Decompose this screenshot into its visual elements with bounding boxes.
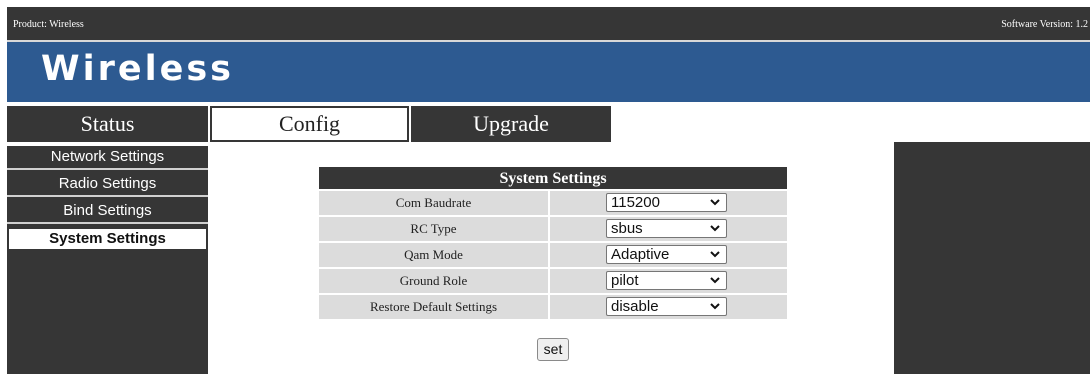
select-value: disable (611, 298, 659, 315)
app-window: Product: Wireless Software Version: 1.2 … (7, 7, 1090, 374)
chevron-down-icon (710, 225, 720, 232)
settings-table-title: System Settings (319, 167, 787, 189)
ground-role-select[interactable]: pilot (606, 271, 727, 290)
value-cell: Adaptive (550, 243, 787, 267)
brand-logo-text: Wireless (41, 49, 235, 89)
qam-mode-label: Qam Mode (319, 243, 548, 267)
system-settings-table: System Settings Com Baudrate 115200 RC T… (319, 167, 787, 319)
select-value: 115200 (611, 194, 660, 211)
right-panel (894, 142, 1090, 374)
settings-row: Com Baudrate 115200 (319, 191, 787, 215)
value-cell: 115200 (550, 191, 787, 215)
select-value: Adaptive (611, 246, 670, 263)
main-nav: Status Config Upgrade (7, 106, 1090, 142)
com-baudrate-label: Com Baudrate (319, 191, 548, 215)
software-version-label: Software Version: 1.2 (1001, 19, 1088, 30)
chevron-down-icon (710, 277, 720, 284)
brand-banner: Wireless (7, 42, 1090, 102)
com-baudrate-select[interactable]: 115200 (606, 193, 727, 212)
tab-status[interactable]: Status (7, 106, 208, 142)
settings-row: RC Type sbus (319, 217, 787, 241)
select-value: sbus (611, 220, 643, 237)
sidebar-item-radio-settings[interactable]: Radio Settings (7, 173, 208, 197)
product-label: Product: Wireless (13, 19, 84, 30)
top-info-bar: Product: Wireless Software Version: 1.2 (7, 7, 1090, 42)
chevron-down-icon (710, 303, 720, 310)
ground-role-label: Ground Role (319, 269, 548, 293)
settings-row: Ground Role pilot (319, 269, 787, 293)
sidebar-item-network-settings[interactable]: Network Settings (7, 146, 208, 170)
chevron-down-icon (710, 251, 720, 258)
set-button[interactable]: set (537, 338, 569, 361)
rc-type-label: RC Type (319, 217, 548, 241)
value-cell: pilot (550, 269, 787, 293)
value-cell: disable (550, 295, 787, 319)
qam-mode-select[interactable]: Adaptive (606, 245, 727, 264)
sidebar-item-system-settings[interactable]: System Settings (7, 227, 208, 251)
rc-type-select[interactable]: sbus (606, 219, 727, 238)
tab-upgrade[interactable]: Upgrade (411, 106, 611, 142)
chevron-down-icon (710, 199, 720, 206)
sidebar-item-bind-settings[interactable]: Bind Settings (7, 200, 208, 224)
settings-row: Restore Default Settings disable (319, 295, 787, 319)
settings-row: Qam Mode Adaptive (319, 243, 787, 267)
restore-default-select[interactable]: disable (606, 297, 727, 316)
tab-config[interactable]: Config (210, 106, 409, 142)
value-cell: sbus (550, 217, 787, 241)
select-value: pilot (611, 272, 639, 289)
sidebar: Network Settings Radio Settings Bind Set… (7, 146, 208, 374)
restore-default-label: Restore Default Settings (319, 295, 548, 319)
